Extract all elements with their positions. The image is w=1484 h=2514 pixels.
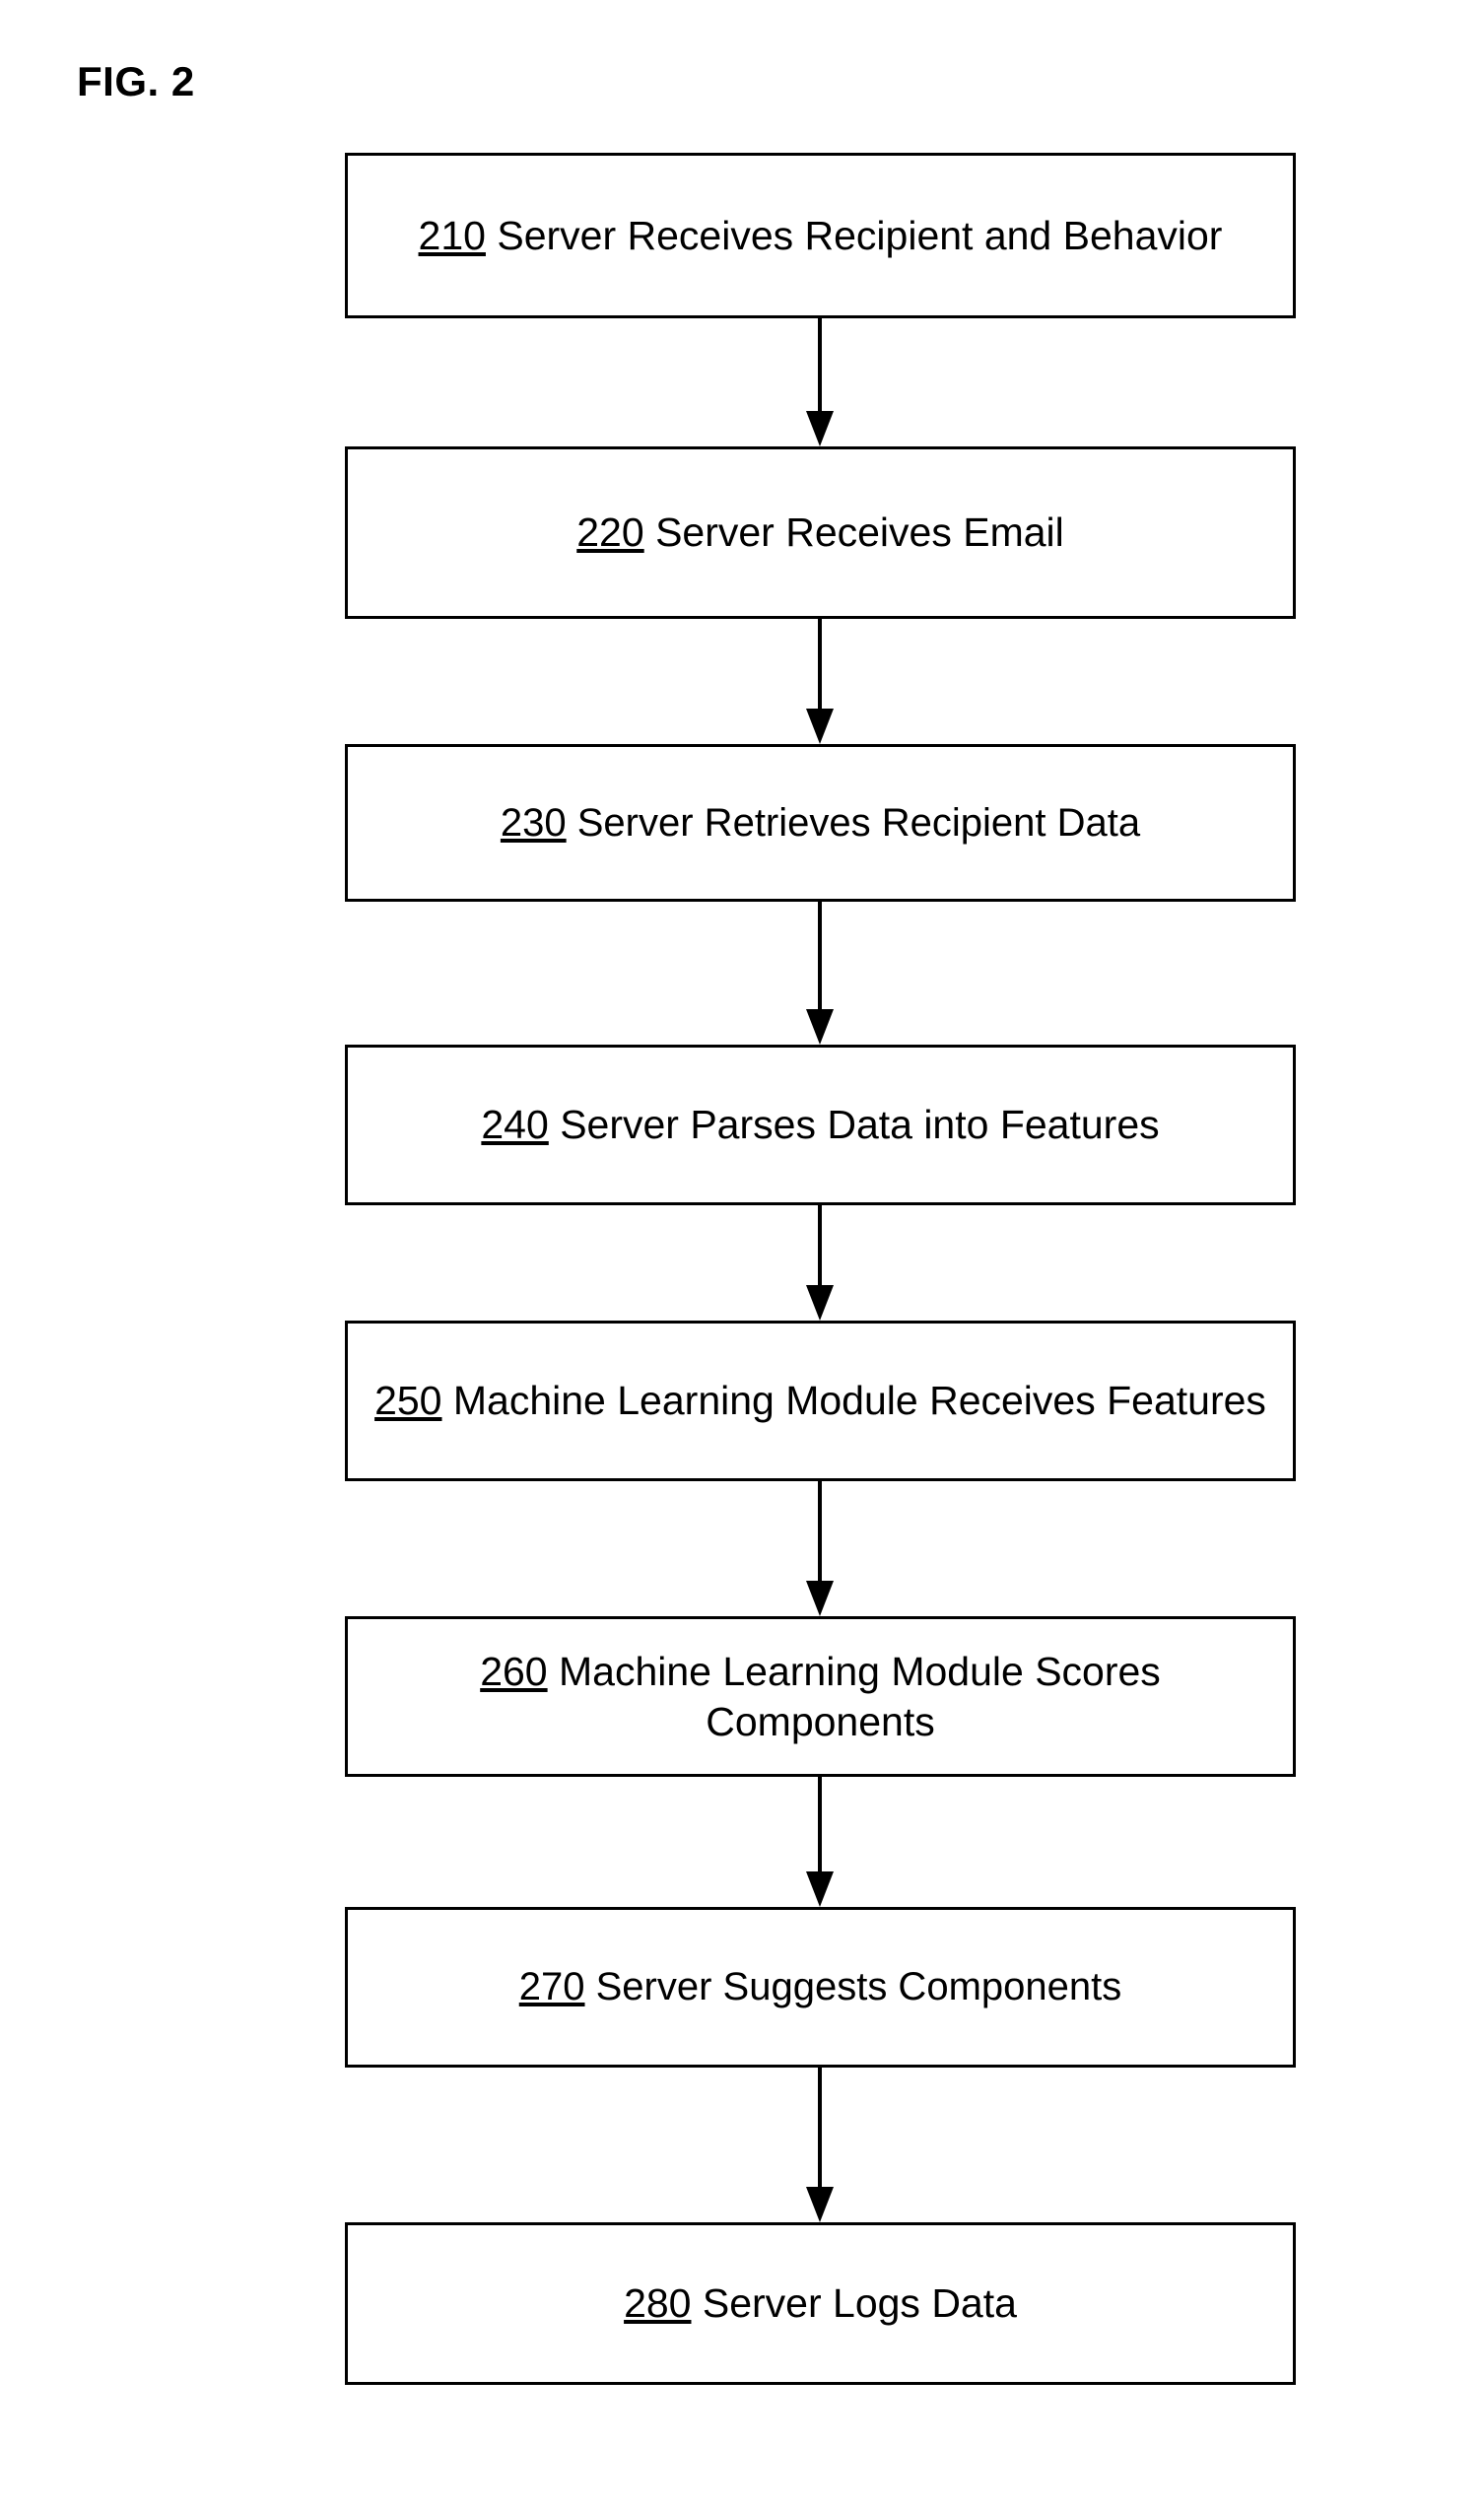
arrowhead-icon [806, 709, 834, 744]
reference-numeral-270: 270 [518, 1965, 585, 2009]
flow-step-260-text: 260 Machine Learning Module Scores Compo… [348, 1647, 1293, 1745]
connector-arrow-220-to-230 [806, 619, 834, 744]
flow-step-260[interactable]: 260 Machine Learning Module Scores Compo… [345, 1616, 1296, 1777]
flow-step-240-label: Server Parses Data into Features [548, 1102, 1160, 1148]
connector-arrow-230-to-240 [806, 902, 834, 1045]
flow-step-240-text: 240 Server Parses Data into Features [348, 1100, 1293, 1149]
reference-numeral-280: 280 [624, 2280, 692, 2327]
reference-numeral-250: 250 [374, 1378, 442, 1424]
reference-numeral-230: 230 [500, 800, 567, 845]
flow-step-230[interactable]: 230 Server Retrieves Recipient Data [345, 744, 1296, 902]
connector-arrow-260-to-270 [806, 1777, 834, 1907]
connector-arrow-210-to-220 [806, 318, 834, 446]
connector-shaft [818, 619, 822, 709]
flow-step-260-label: Machine Learning Module Scores Component… [547, 1649, 1161, 1744]
flow-step-210-text: 210 Server Receives Recipient and Behavi… [348, 211, 1293, 260]
flow-step-220-text: 220 Server Receives Email [348, 508, 1293, 557]
flow-step-270[interactable]: 270 Server Suggests Components [345, 1907, 1296, 2068]
flow-step-230-text: 230 Server Retrieves Recipient Data [348, 799, 1293, 848]
flow-step-250[interactable]: 250 Machine Learning Module Receives Fea… [345, 1321, 1296, 1481]
connector-arrow-240-to-250 [806, 1205, 834, 1321]
connector-shaft [818, 1777, 822, 1871]
flow-step-280[interactable]: 280 Server Logs Data [345, 2222, 1296, 2385]
connector-shaft [818, 2068, 822, 2187]
arrowhead-icon [806, 1581, 834, 1616]
connector-shaft [818, 1481, 822, 1581]
figure-label: FIG. 2 [77, 58, 195, 104]
flow-step-210-label: Server Receives Recipient and Behavior [485, 212, 1223, 258]
connector-shaft [818, 318, 822, 411]
arrowhead-icon [806, 411, 834, 446]
arrowhead-icon [806, 1285, 834, 1321]
reference-numeral-210: 210 [418, 212, 486, 258]
connector-shaft [818, 1205, 822, 1285]
reference-numeral-220: 220 [576, 510, 644, 556]
connector-arrow-250-to-260 [806, 1481, 834, 1616]
arrowhead-icon [806, 2187, 834, 2222]
flow-step-220-label: Server Receives Email [643, 510, 1064, 556]
flow-step-280-label: Server Logs Data [691, 2280, 1017, 2327]
connector-shaft [818, 902, 822, 1009]
flow-step-270-text: 270 Server Suggests Components [348, 1963, 1293, 2011]
figure-canvas: FIG. 2 210 Server Receives Recipient and… [0, 0, 1484, 2514]
connector-arrow-270-to-280 [806, 2068, 834, 2222]
reference-numeral-240: 240 [481, 1102, 549, 1148]
flow-step-270-label: Server Suggests Components [584, 1965, 1122, 2009]
flow-step-250-text: 250 Machine Learning Module Receives Fea… [348, 1376, 1293, 1425]
arrowhead-icon [806, 1871, 834, 1907]
flow-step-210[interactable]: 210 Server Receives Recipient and Behavi… [345, 153, 1296, 318]
flow-step-280-text: 280 Server Logs Data [348, 2278, 1293, 2328]
arrowhead-icon [806, 1009, 834, 1045]
reference-numeral-260: 260 [480, 1649, 548, 1695]
flow-step-240[interactable]: 240 Server Parses Data into Features [345, 1045, 1296, 1205]
flow-step-220[interactable]: 220 Server Receives Email [345, 446, 1296, 619]
flow-step-250-label: Machine Learning Module Receives Feature… [441, 1378, 1266, 1424]
flow-step-230-label: Server Retrieves Recipient Data [566, 800, 1141, 845]
